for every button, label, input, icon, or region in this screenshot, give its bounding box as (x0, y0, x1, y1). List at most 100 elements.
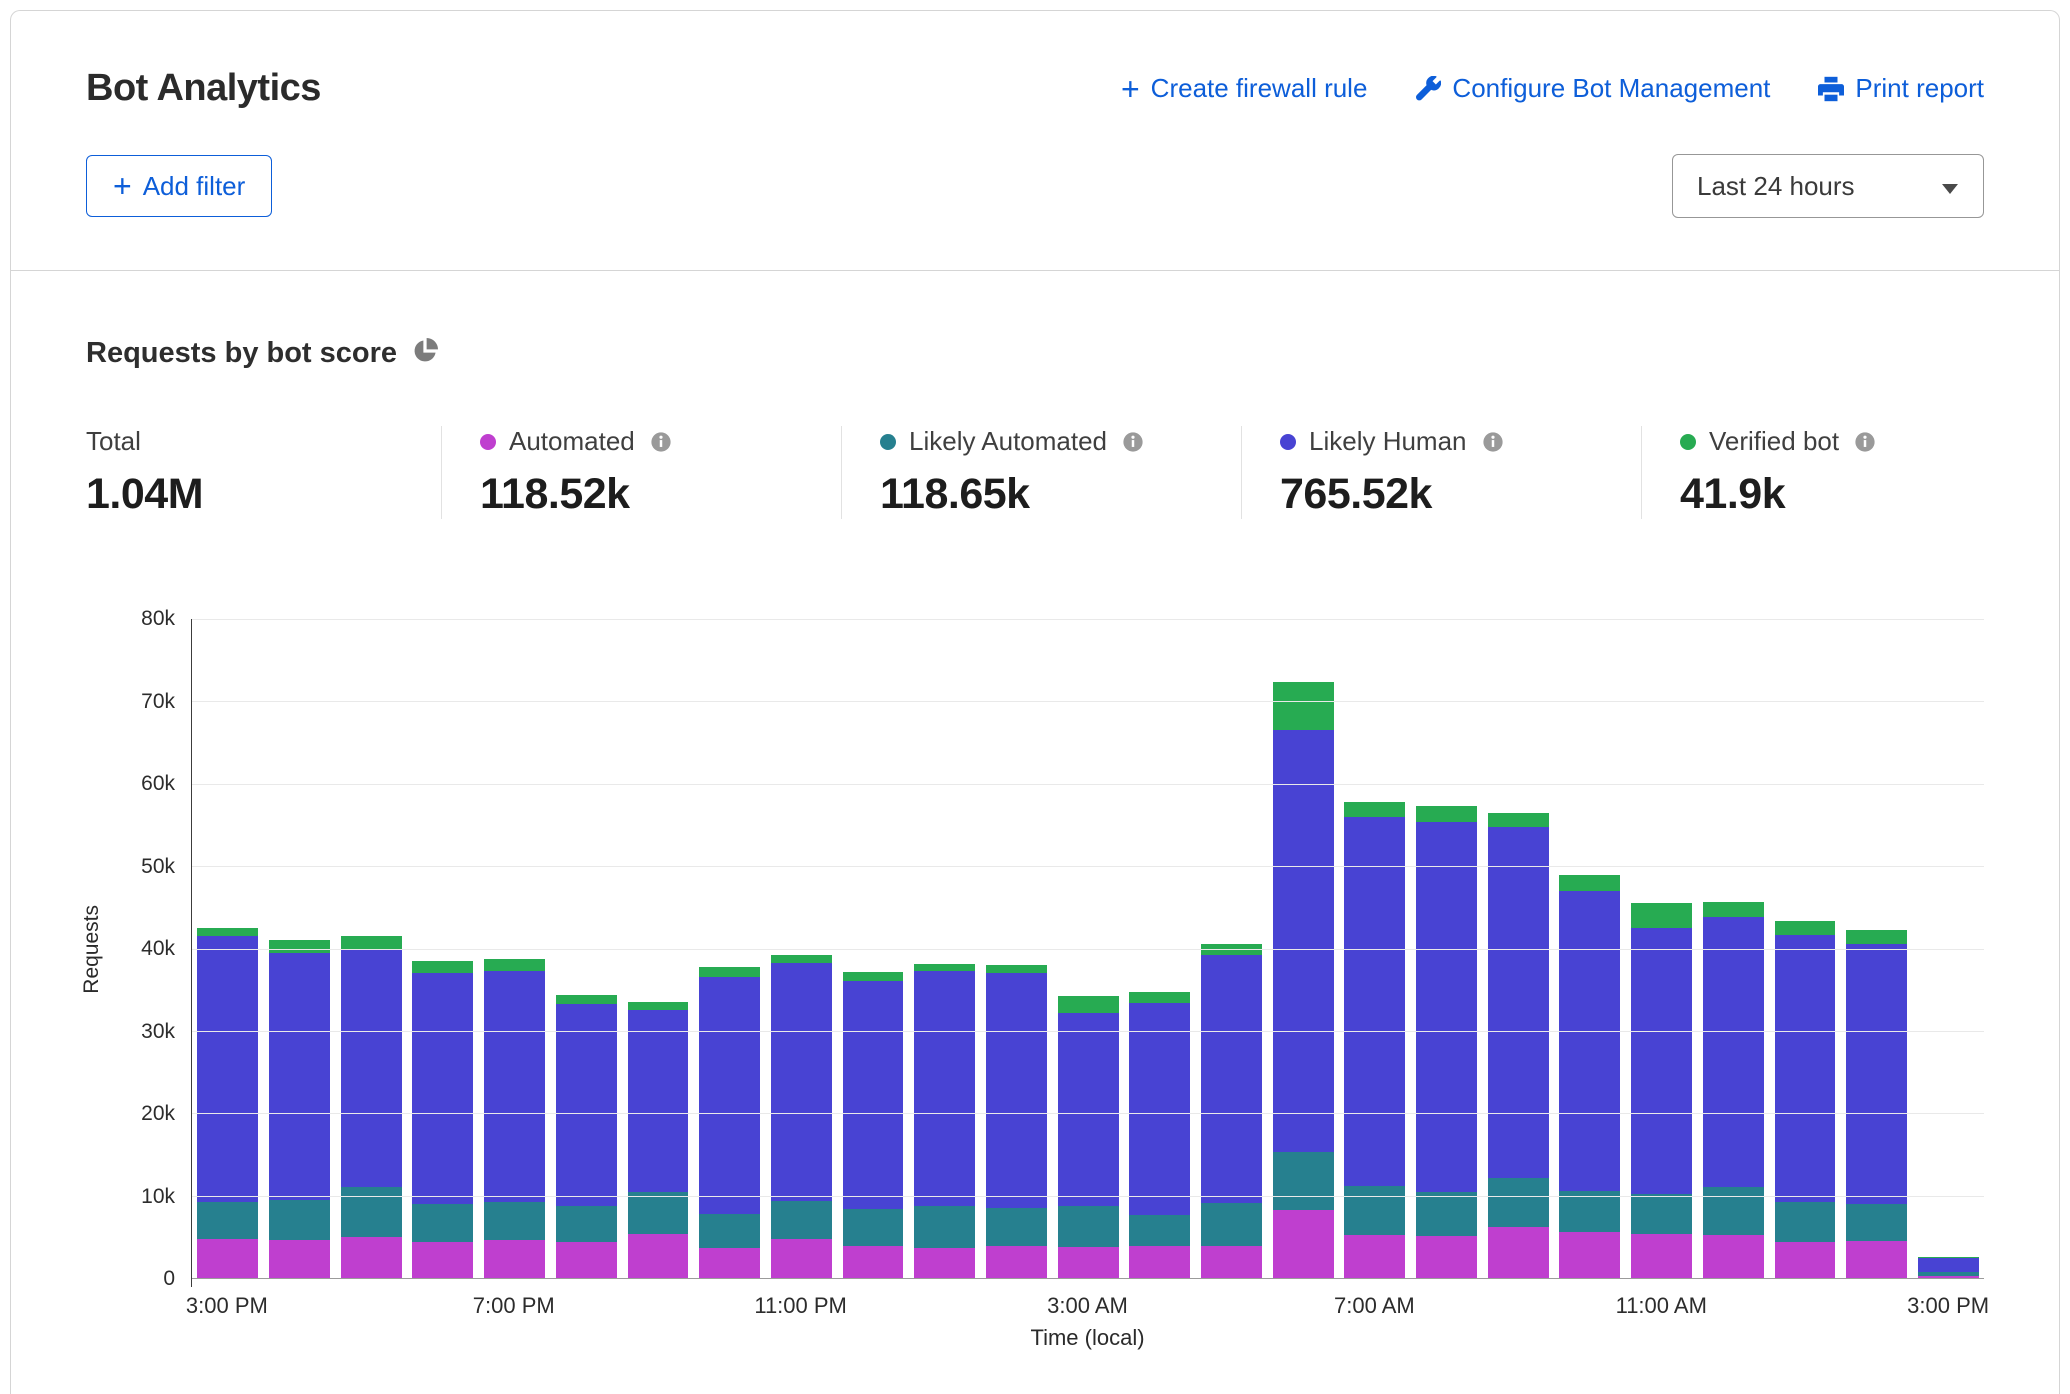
bar-segment-likely-automated (1416, 1192, 1477, 1236)
bar-segment-likely-automated (1775, 1202, 1836, 1242)
stat-automated[interactable]: Automated 118.52k (441, 426, 841, 519)
stat-likely-automated-value: 118.65k (880, 470, 1241, 519)
bot-analytics-card: Bot Analytics + Create firewall rule Con… (10, 10, 2060, 1394)
stat-total: Total 1.04M (86, 426, 441, 519)
create-firewall-rule-label: Create firewall rule (1151, 73, 1368, 104)
bar-segment-verified-bot (1846, 930, 1907, 945)
y-tick-label: 70k (141, 690, 175, 714)
bar-segment-likely-automated (986, 1208, 1047, 1246)
stat-verified-bot[interactable]: Verified bot 41.9k (1641, 426, 1984, 519)
bar-segment-automated (484, 1240, 545, 1278)
requests-chart: Requests 010k20k30k40k50k60k70k80k 3:00 … (86, 619, 1984, 1351)
y-axis: Requests 010k20k30k40k50k60k70k80k (86, 619, 191, 1279)
bar-segment-likely-human (197, 936, 258, 1202)
bar-segment-automated (1416, 1236, 1477, 1278)
bar-segment-likely-human (1058, 1013, 1119, 1207)
bar-segment-likely-human (484, 971, 545, 1202)
y-tick-label: 20k (141, 1102, 175, 1126)
bar-segment-likely-automated (484, 1202, 545, 1240)
bar-segment-likely-automated (628, 1192, 689, 1234)
bar-segment-automated (412, 1242, 473, 1278)
likely-automated-legend-dot (880, 434, 896, 450)
time-range-select[interactable]: Last 24 hours (1672, 154, 1984, 218)
x-tick-label: 7:00 AM (1334, 1293, 1415, 1319)
bar-segment-automated (1488, 1227, 1549, 1278)
bar-segment-likely-automated (1488, 1178, 1549, 1227)
bar-segment-likely-automated (1129, 1215, 1190, 1245)
print-report-label: Print report (1855, 73, 1984, 104)
x-tick-label: 7:00 PM (473, 1293, 555, 1319)
bar-segment-verified-bot (556, 995, 617, 1003)
bar-segment-likely-human (699, 977, 760, 1213)
bar-segment-likely-human (1918, 1258, 1979, 1272)
gridline (192, 866, 1984, 867)
bar-segment-automated (843, 1246, 904, 1278)
x-axis-labels: 3:00 PM7:00 PM11:00 PM3:00 AM7:00 AM11:0… (191, 1279, 1984, 1311)
stat-likely-automated[interactable]: Likely Automated 118.65k (841, 426, 1241, 519)
gridline (192, 1113, 1984, 1114)
bar-segment-likely-automated (1559, 1191, 1620, 1232)
card-header-section: Bot Analytics + Create firewall rule Con… (11, 11, 2059, 271)
bar-segment-verified-bot (628, 1002, 689, 1010)
stat-likely-human-label: Likely Human (1309, 426, 1467, 457)
info-icon[interactable] (1482, 431, 1504, 453)
likely-human-legend-dot (1280, 434, 1296, 450)
gridline (192, 1196, 1984, 1197)
stat-verified-bot-label: Verified bot (1709, 426, 1839, 457)
page-title: Bot Analytics (86, 67, 321, 110)
y-tick-label: 50k (141, 855, 175, 879)
y-tick-label: 10k (141, 1185, 175, 1209)
bar-segment-likely-human (269, 953, 330, 1200)
bar-segment-likely-automated (1058, 1206, 1119, 1246)
bar-segment-likely-automated (1703, 1187, 1764, 1235)
bar-segment-verified-bot (1344, 802, 1405, 817)
bar-segment-automated (556, 1242, 617, 1278)
bar-segment-likely-human (771, 963, 832, 1201)
stats-row: Total 1.04M Automated 118.52k Likely Aut… (86, 426, 1984, 519)
bar-segment-likely-human (556, 1004, 617, 1207)
bar-segment-likely-automated (843, 1209, 904, 1246)
bar-segment-automated (914, 1248, 975, 1278)
bar-segment-verified-bot (197, 928, 258, 936)
bar-segment-automated (699, 1248, 760, 1278)
bar-segment-verified-bot (412, 961, 473, 973)
bar-segment-verified-bot (341, 936, 402, 948)
bar-segment-likely-automated (1201, 1203, 1262, 1246)
bar-segment-likely-human (628, 1010, 689, 1191)
bar-segment-verified-bot (484, 959, 545, 971)
bar-segment-verified-bot (1559, 875, 1620, 891)
bar-segment-likely-human (843, 981, 904, 1208)
plus-icon: + (1121, 76, 1140, 102)
configure-bot-management-link[interactable]: Configure Bot Management (1413, 73, 1770, 104)
header-actions: + Create firewall rule Configure Bot Man… (1121, 73, 1984, 104)
bar-segment-likely-human (1416, 822, 1477, 1193)
stat-automated-value: 118.52k (480, 470, 841, 519)
add-filter-button[interactable]: + Add filter (86, 155, 272, 217)
bar-segment-verified-bot (771, 955, 832, 963)
bar-segment-automated (1058, 1247, 1119, 1278)
bar-segment-verified-bot (914, 964, 975, 971)
stat-likely-human[interactable]: Likely Human 765.52k (1241, 426, 1641, 519)
stat-likely-automated-label: Likely Automated (909, 426, 1107, 457)
create-firewall-rule-link[interactable]: + Create firewall rule (1121, 73, 1367, 104)
bar-segment-automated (771, 1239, 832, 1278)
bar-segment-verified-bot (1631, 903, 1692, 928)
gridline (192, 619, 1984, 620)
bar-segment-likely-automated (197, 1202, 258, 1239)
stat-automated-label: Automated (509, 426, 635, 457)
bar-segment-verified-bot (843, 972, 904, 982)
bar-segment-verified-bot (1129, 992, 1190, 1003)
bar-segment-likely-human (986, 973, 1047, 1208)
info-icon[interactable] (650, 431, 672, 453)
bar-segment-verified-bot (1416, 806, 1477, 822)
bar-segment-likely-automated (914, 1206, 975, 1248)
bar-segment-likely-human (1775, 935, 1836, 1203)
print-report-link[interactable]: Print report (1816, 73, 1984, 104)
x-tick-label: 3:00 PM (186, 1293, 268, 1319)
info-icon[interactable] (1122, 431, 1144, 453)
gridline (192, 701, 1984, 702)
info-icon[interactable] (1854, 431, 1876, 453)
y-axis-title: Requests (80, 619, 104, 1279)
bar-segment-automated (1631, 1234, 1692, 1278)
add-filter-label: Add filter (143, 171, 246, 202)
